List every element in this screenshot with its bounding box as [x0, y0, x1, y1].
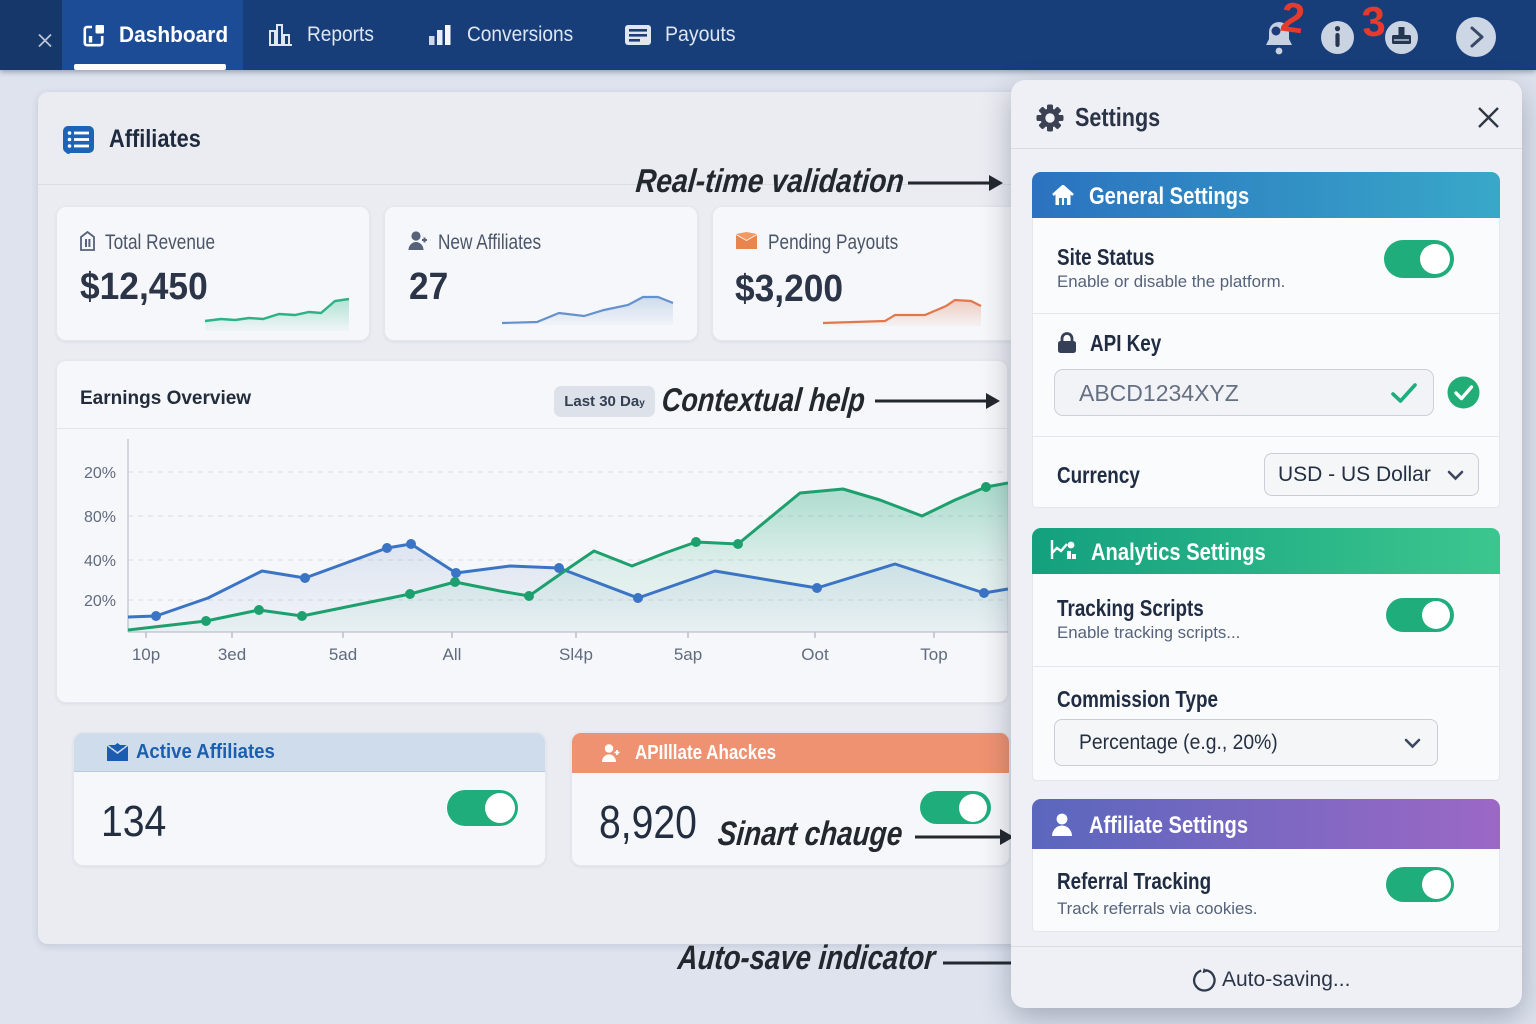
svg-text:Oot: Oot	[801, 645, 829, 664]
svg-text:Sl4p: Sl4p	[559, 645, 593, 664]
svg-text:80%: 80%	[84, 509, 116, 526]
svg-text:3ed: 3ed	[218, 645, 246, 664]
svg-text:5ad: 5ad	[329, 645, 357, 664]
svg-text:10p: 10p	[132, 645, 160, 664]
svg-text:20%: 20%	[84, 593, 116, 610]
svg-text:5ap: 5ap	[674, 645, 702, 664]
svg-text:Top: Top	[920, 645, 947, 664]
svg-text:All: All	[443, 645, 462, 664]
svg-text:40%: 40%	[84, 553, 116, 570]
svg-text:20%: 20%	[84, 465, 116, 482]
